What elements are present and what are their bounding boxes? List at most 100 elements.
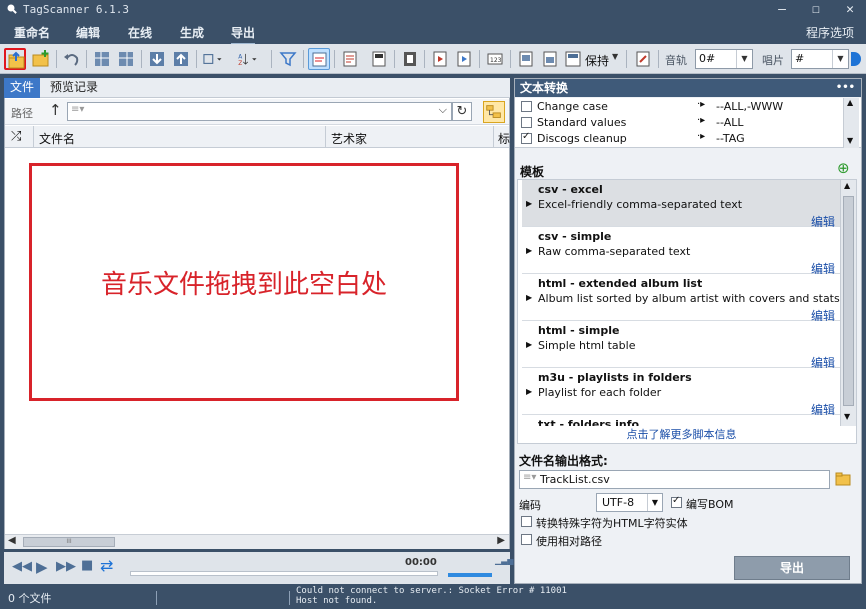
- relative-path-checkbox[interactable]: [521, 534, 532, 545]
- filename-format-value: TrackList.csv: [540, 473, 610, 486]
- path-input[interactable]: ≡▾ ⌵: [67, 102, 452, 121]
- select-dropdown-button[interactable]: [201, 48, 231, 70]
- tool-button-1[interactable]: [339, 48, 361, 70]
- tool-button-9[interactable]: [632, 48, 654, 70]
- track-value: 0#: [699, 52, 716, 65]
- tool-button-2[interactable]: [368, 48, 390, 70]
- scroll-up-icon[interactable]: ▲: [847, 98, 853, 107]
- change-case-checkbox[interactable]: [521, 101, 532, 112]
- expand-icon[interactable]: ▶: [526, 387, 532, 396]
- app-logo-icon: [7, 4, 17, 14]
- undo-button[interactable]: [61, 48, 83, 70]
- shuffle-icon[interactable]: ⤮: [11, 129, 21, 144]
- write-bom-checkbox[interactable]: [671, 495, 682, 508]
- track-combo[interactable]: 0# ▼: [695, 49, 753, 69]
- more-options-icon[interactable]: •••: [836, 79, 855, 97]
- expand-icon[interactable]: ▶: [526, 293, 532, 302]
- track-label: 音轨: [665, 54, 687, 67]
- export-tags-button[interactable]: [170, 48, 192, 70]
- chevron-down-icon[interactable]: ⌵: [439, 103, 447, 117]
- menu-online[interactable]: 在线: [128, 24, 152, 41]
- tool-button-7[interactable]: [515, 48, 537, 70]
- discogs-cleanup-checkbox[interactable]: [521, 131, 532, 144]
- expand-icon[interactable]: ▶: [526, 246, 532, 255]
- keep-dropdown-arrow-icon[interactable]: ▼: [612, 52, 618, 61]
- maximize-button[interactable]: ☐: [799, 0, 833, 20]
- keep-icon-button[interactable]: [562, 48, 584, 70]
- toolbar: AZ 123 保持 ▼ 音轨 0# ▼ 唱片 # ▼: [0, 44, 866, 74]
- column-artist[interactable]: 艺术家: [331, 130, 367, 147]
- scroll-right-icon[interactable]: ▶: [497, 535, 505, 546]
- menu-generate[interactable]: 生成: [180, 24, 204, 41]
- minimize-button[interactable]: —: [765, 0, 799, 20]
- menu-rename[interactable]: 重命名: [14, 24, 50, 41]
- tab-preview-log[interactable]: 预览记录: [44, 78, 104, 98]
- template-item[interactable]: m3u - playlists in folders ▶ Playlist fo…: [522, 368, 845, 417]
- scroll-thumb[interactable]: III: [23, 537, 115, 547]
- scroll-thumb[interactable]: [843, 196, 854, 406]
- seek-bar[interactable]: [130, 571, 438, 576]
- scroll-down-icon[interactable]: ▼: [844, 412, 850, 421]
- scroll-up-icon[interactable]: ▲: [844, 181, 850, 190]
- play-icon[interactable]: ▶: [36, 558, 48, 576]
- template-item[interactable]: html - simple ▶ Simple html table 编辑: [522, 321, 845, 370]
- text-transform-title: 文本转换: [520, 81, 569, 95]
- tool-button-4[interactable]: [429, 48, 451, 70]
- template-item[interactable]: html - extended album list ▶ Album list …: [522, 274, 845, 323]
- tag-read-button[interactable]: [91, 48, 113, 70]
- transform-scrollbar[interactable]: ▲ ▼: [843, 98, 859, 148]
- column-title[interactable]: 标: [498, 130, 510, 147]
- expand-icon[interactable]: ▶: [526, 199, 532, 208]
- filter-button[interactable]: [277, 48, 299, 70]
- encoding-select[interactable]: UTF-8 ▼: [596, 493, 663, 512]
- tool-button-6[interactable]: 123: [484, 48, 506, 70]
- tool-button-3[interactable]: [399, 48, 421, 70]
- more-scripts-link[interactable]: 点击了解更多脚本信息: [627, 428, 737, 441]
- expand-icon[interactable]: ▶: [526, 340, 532, 349]
- volume-bar[interactable]: [448, 573, 492, 577]
- help-icon[interactable]: [851, 52, 861, 66]
- sort-az-icon: AZ: [238, 53, 257, 67]
- standard-values-checkbox[interactable]: [521, 117, 532, 128]
- tag-write-button[interactable]: [115, 48, 137, 70]
- stop-icon[interactable]: ■: [81, 558, 93, 573]
- tab-files[interactable]: 文件: [4, 78, 41, 98]
- up-arrow-icon[interactable]: ↑: [49, 101, 62, 119]
- menu-edit[interactable]: 编辑: [76, 24, 100, 41]
- template-name: m3u - playlists in folders: [538, 371, 692, 384]
- disc-combo[interactable]: # ▼: [791, 49, 849, 69]
- sort-button[interactable]: AZ: [236, 48, 266, 70]
- column-filename[interactable]: 文件名: [39, 130, 75, 147]
- html-entities-label: 转换特殊字符为HTML字符实体: [536, 517, 688, 530]
- browse-folder-icon[interactable]: [834, 470, 852, 488]
- template-item[interactable]: csv - simple ▶ Raw comma-separated text …: [522, 227, 845, 276]
- close-button[interactable]: ✕: [833, 0, 866, 20]
- browse-folder-button[interactable]: [483, 101, 505, 123]
- chevron-down-icon: ▼: [647, 494, 662, 511]
- tool-button-8[interactable]: [539, 48, 561, 70]
- open-folder-button[interactable]: [4, 48, 26, 70]
- program-options-menu[interactable]: 程序选项: [806, 24, 854, 41]
- filename-format-input[interactable]: ≡▾ TrackList.csv: [519, 470, 830, 489]
- horizontal-scrollbar[interactable]: ◀ III ▶: [5, 534, 509, 549]
- scroll-down-icon[interactable]: ▼: [847, 136, 853, 145]
- templates-scrollbar[interactable]: ▲ ▼: [840, 180, 856, 426]
- add-template-icon[interactable]: ⊕: [837, 159, 850, 177]
- edit-doc-icon: [636, 51, 650, 67]
- keep-label[interactable]: 保持: [585, 52, 609, 69]
- template-item[interactable]: csv - excel ▶ Excel-friendly comma-separ…: [522, 180, 845, 229]
- html-entities-checkbox[interactable]: [521, 516, 532, 527]
- repeat-icon[interactable]: ⇄: [100, 556, 113, 575]
- drop-zone[interactable]: 音乐文件拖拽到此空白处: [29, 163, 459, 401]
- refresh-button[interactable]: ↻: [452, 102, 472, 121]
- change-case-label: Change case: [537, 100, 608, 113]
- tool-button-5[interactable]: [453, 48, 475, 70]
- scroll-left-icon[interactable]: ◀: [8, 535, 16, 546]
- export-button[interactable]: 导出: [734, 556, 850, 580]
- script-view-button[interactable]: [308, 48, 330, 70]
- rewind-icon[interactable]: ◀◀: [12, 559, 32, 574]
- add-folder-button[interactable]: [30, 48, 52, 70]
- import-button[interactable]: [146, 48, 168, 70]
- fast-forward-icon[interactable]: ▶▶: [56, 559, 76, 574]
- menu-export[interactable]: 导出: [231, 24, 256, 45]
